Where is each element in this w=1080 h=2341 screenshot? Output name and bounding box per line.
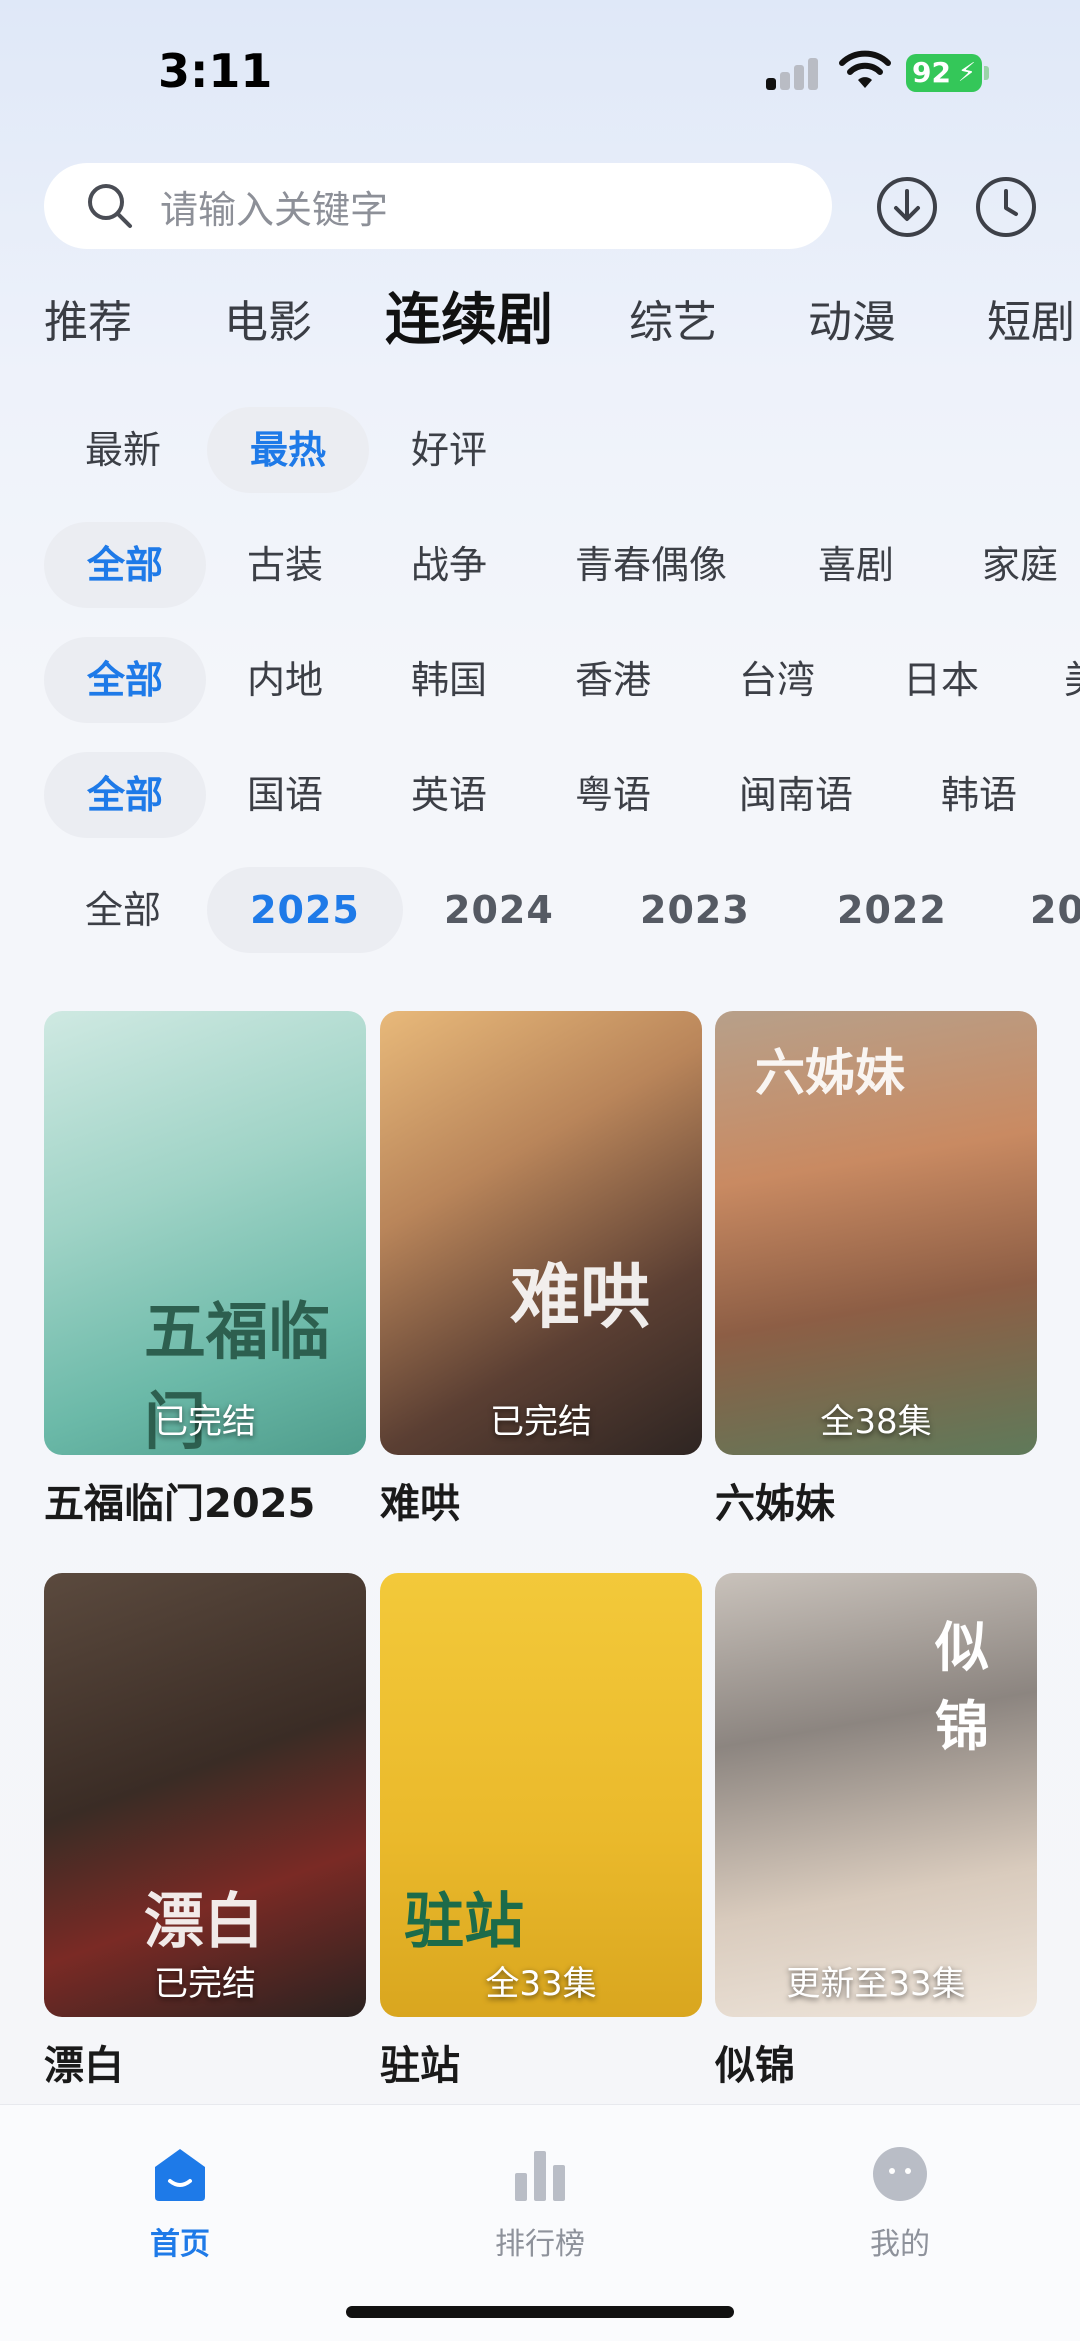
sort-filter-row: 最新 最热 好评 [0, 407, 1080, 493]
genre-costume[interactable]: 古装 [247, 522, 323, 608]
tab-short-drama[interactable]: 短剧 [987, 290, 1075, 356]
region-korea[interactable]: 韩国 [411, 637, 487, 723]
sort-hottest[interactable]: 最热 [207, 407, 369, 493]
download-icon[interactable] [876, 176, 938, 238]
genre-filter-row: 全部 古装 战争 青春偶像 喜剧 家庭 [0, 522, 1080, 608]
language-korean[interactable]: 韩语 [941, 752, 1017, 838]
show-card[interactable]: 漂白 已完结 漂白 [44, 1573, 366, 2091]
year-2024[interactable]: 2024 [444, 867, 554, 953]
show-status: 已完结 [154, 1964, 256, 2004]
show-poster[interactable]: 六姊妹 全38集 [715, 1011, 1037, 1455]
show-card[interactable]: 五福临门 已完结 五福临门2025 [44, 1011, 366, 1529]
show-card[interactable]: 似锦 更新至33集 似锦 [715, 1573, 1037, 2091]
poster-artwork-text: 六姊妹 [755, 1043, 905, 1102]
show-card[interactable]: 六姊妹 全38集 六姊妹 [715, 1011, 1037, 1529]
year-2023[interactable]: 2023 [640, 867, 750, 953]
region-all[interactable]: 全部 [44, 637, 206, 723]
language-mandarin[interactable]: 国语 [247, 752, 323, 838]
show-poster[interactable]: 难哄 已完结 [380, 1011, 702, 1455]
wifi-icon [839, 50, 891, 88]
show-status: 全33集 [485, 1964, 597, 2004]
sort-newest[interactable]: 最新 [85, 407, 161, 493]
show-status: 已完结 [154, 1402, 256, 1442]
status-time: 3:11 [158, 44, 273, 98]
show-poster[interactable]: 驻站 全33集 [380, 1573, 702, 2017]
poster-artwork-text: 似锦 [935, 1615, 989, 1758]
show-title[interactable]: 驻站 [380, 2033, 702, 2091]
language-cantonese[interactable]: 粤语 [575, 752, 651, 838]
show-title[interactable]: 五福临门2025 [44, 1471, 366, 1529]
region-japan[interactable]: 日本 [903, 637, 979, 723]
sort-top-rated[interactable]: 好评 [411, 407, 487, 493]
tab-movie[interactable]: 电影 [224, 290, 312, 356]
show-card[interactable]: 驻站 全33集 驻站 [380, 1573, 702, 2091]
region-hongkong[interactable]: 香港 [575, 637, 651, 723]
status-bar: 3:11 92 ⚡ [0, 0, 1080, 140]
chart-icon [515, 2151, 565, 2201]
genre-comedy[interactable]: 喜剧 [818, 522, 894, 608]
battery-tip [984, 66, 989, 80]
poster-artwork-text: 漂白 [144, 1887, 264, 1957]
year-all[interactable]: 全部 [85, 867, 161, 953]
cellular-signal-icon [766, 58, 822, 90]
language-english[interactable]: 英语 [411, 752, 487, 838]
history-icon[interactable] [975, 176, 1037, 238]
show-title[interactable]: 难哄 [380, 1471, 702, 1529]
language-all[interactable]: 全部 [44, 752, 206, 838]
language-minnan[interactable]: 闽南语 [739, 752, 853, 838]
show-poster[interactable]: 似锦 更新至33集 [715, 1573, 1037, 2017]
home-indicator [346, 2306, 734, 2318]
battery-icon: 92 ⚡ [906, 54, 982, 92]
genre-all[interactable]: 全部 [44, 522, 206, 608]
show-status: 已完结 [490, 1402, 592, 1442]
show-poster[interactable]: 五福临门 已完结 [44, 1011, 366, 1455]
battery-level: 92 [912, 56, 951, 89]
year-2025[interactable]: 2025 [207, 867, 403, 953]
region-filter-row: 全部 内地 韩国 香港 台湾 日本 美 [0, 637, 1080, 723]
show-title[interactable]: 漂白 [44, 2033, 366, 2091]
region-mainland[interactable]: 内地 [247, 637, 323, 723]
tab-recommend[interactable]: 推荐 [44, 290, 132, 356]
channel-tabs: 推荐 电影 连续剧 综艺 动漫 短剧 [0, 288, 1080, 360]
region-usa[interactable]: 美 [1064, 637, 1080, 723]
tab-tv-series[interactable]: 连续剧 [385, 288, 553, 354]
tab-anime[interactable]: 动漫 [808, 290, 896, 356]
search-input[interactable]: 请输入关键字 [44, 163, 832, 249]
tab-variety[interactable]: 综艺 [629, 290, 717, 356]
poster-artwork-text: 难哄 [510, 1255, 650, 1338]
home-icon [155, 2149, 205, 2201]
nav-home-label: 首页 [150, 2227, 210, 2262]
genre-family[interactable]: 家庭 [982, 522, 1058, 608]
search-placeholder: 请输入关键字 [160, 187, 389, 232]
genre-youth-idol[interactable]: 青春偶像 [575, 522, 727, 608]
show-status: 全38集 [820, 1402, 932, 1442]
show-poster[interactable]: 漂白 已完结 [44, 1573, 366, 2017]
show-title[interactable]: 六姊妹 [715, 1471, 1037, 1529]
year-2022[interactable]: 2022 [837, 867, 947, 953]
nav-profile[interactable]: 我的 [800, 2125, 1000, 2263]
nav-ranking-label: 排行榜 [495, 2227, 585, 2262]
poster-artwork-text: 驻站 [404, 1887, 524, 1957]
search-icon [88, 184, 132, 228]
show-title[interactable]: 似锦 [715, 2033, 1037, 2091]
region-taiwan[interactable]: 台湾 [739, 637, 815, 723]
profile-icon [873, 2147, 927, 2201]
language-filter-row: 全部 国语 英语 粤语 闽南语 韩语 [0, 752, 1080, 838]
nav-home[interactable]: 首页 [80, 2125, 280, 2263]
nav-ranking[interactable]: 排行榜 [440, 2125, 640, 2263]
year-filter-row: 全部 2025 2024 2023 2022 20 [0, 867, 1080, 953]
show-status: 更新至33集 [786, 1964, 966, 2004]
nav-profile-label: 我的 [870, 2227, 930, 2262]
genre-war[interactable]: 战争 [411, 522, 487, 608]
show-card[interactable]: 难哄 已完结 难哄 [380, 1011, 702, 1529]
year-2021[interactable]: 20 [1030, 867, 1080, 953]
